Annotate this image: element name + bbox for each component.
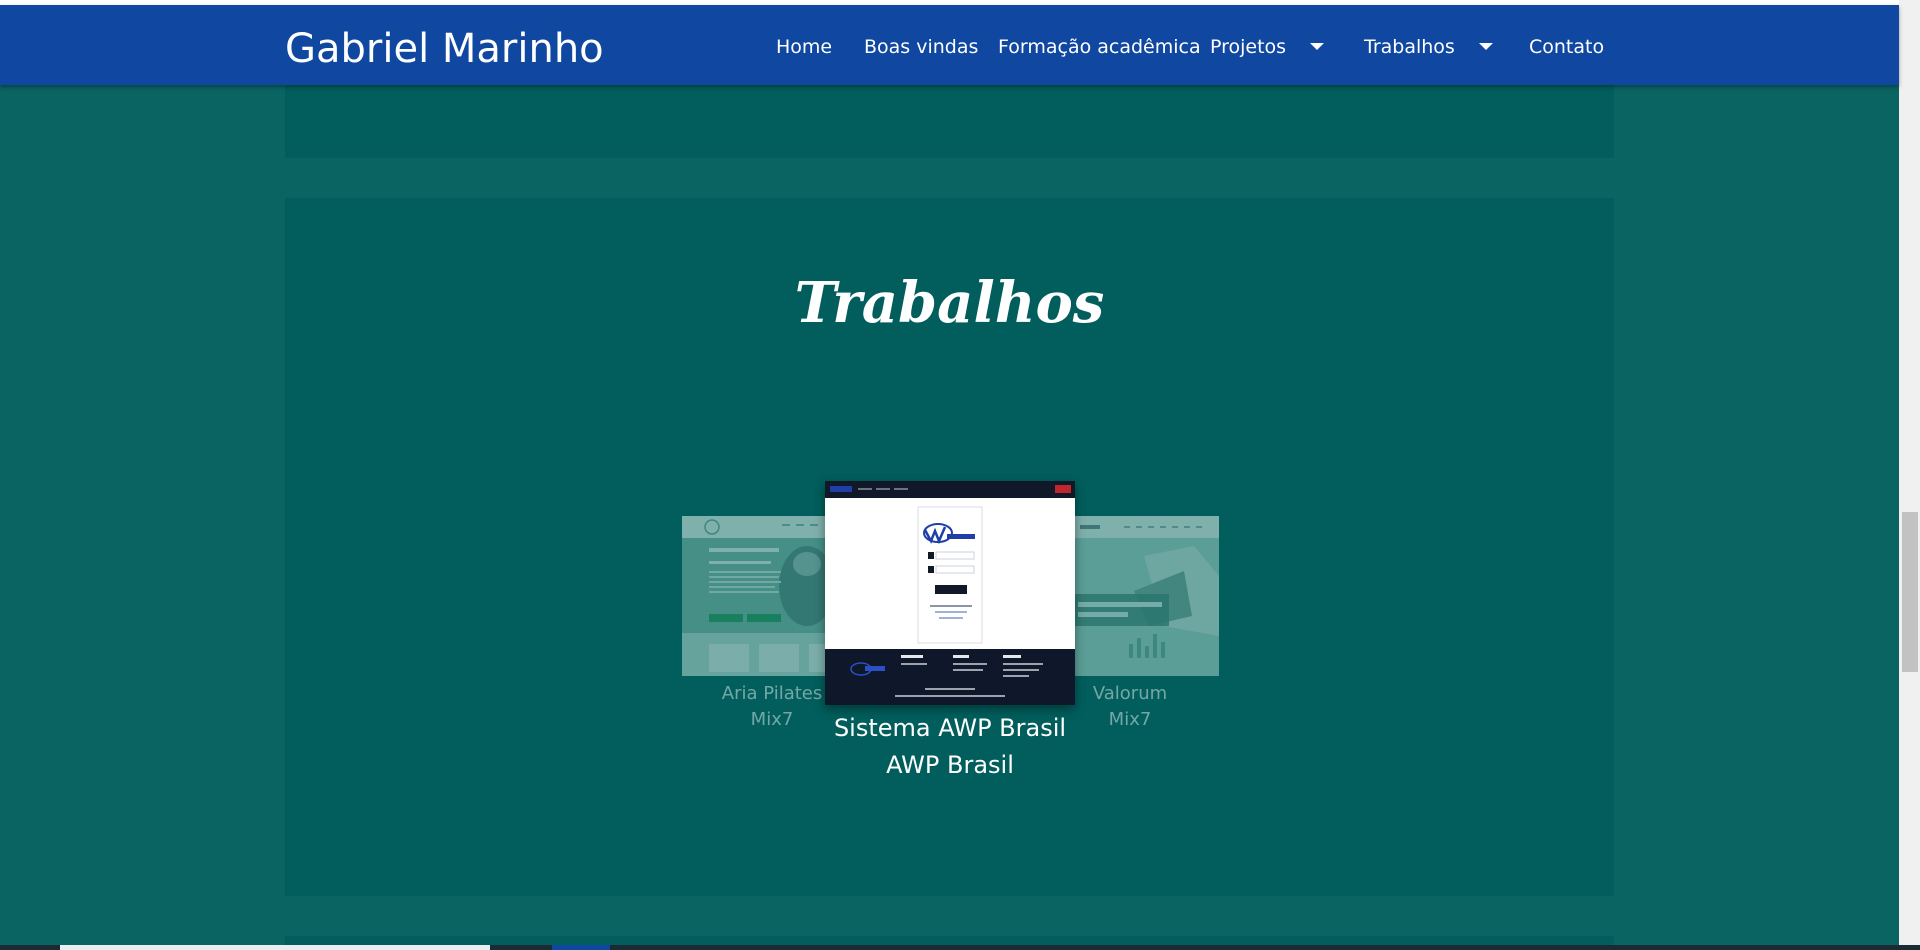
nav-item-contato[interactable]: Contato [1529,33,1604,61]
navbar: Gabriel Marinho Home Boas vindas Formaçã… [0,5,1899,85]
caret-down-icon [1478,42,1493,50]
taskbar-active-window[interactable] [60,945,490,950]
taskbar-strip [0,945,1920,950]
section-title: Trabalhos [794,270,1105,336]
carousel-item-left[interactable]: Aria Pilates Mix7 [682,516,827,746]
taskbar-app-indicator[interactable] [552,945,610,950]
previous-section-panel [285,85,1614,158]
work-company: AWP Brasil [886,751,1014,779]
nav-item-home-label: Home [776,36,833,58]
carousel-item-right[interactable]: Valorum Mix7 [1074,516,1219,746]
nav-item-formacao-academica[interactable]: Formação acadêmica [998,33,1201,61]
carousel-item-center[interactable]: Sistema AWP Brasil AWP Brasil [825,481,1075,791]
nav-item-contato-label: Contato [1529,36,1605,58]
nav-item-boas-vindas-label: Boas vindas [864,36,979,58]
scrollbar-thumb[interactable] [1902,512,1918,672]
caret-down-icon [1310,42,1325,50]
nav-item-projetos-label: Projetos [1210,36,1287,58]
nav-item-formacao-label: Formação acadêmica [998,36,1201,58]
brand-logo-text[interactable]: Gabriel Marinho [285,25,604,73]
work-name: Sistema AWP Brasil [833,714,1067,742]
work-screenshot-aria-pilates [682,516,827,676]
nav-item-trabalhos-label: Trabalhos [1364,36,1455,58]
nav-item-home[interactable]: Home [776,33,832,61]
nav-item-trabalhos[interactable]: Trabalhos [1364,33,1493,61]
nav-item-projetos[interactable]: Projetos [1210,33,1325,61]
work-screenshot-valorum [1074,516,1219,676]
carousel-item-center-caption: Sistema AWP Brasil AWP Brasil [825,710,1075,784]
page-scrollbar[interactable] [1899,0,1920,950]
trabalhos-section: Trabalhos Aria Pilates Mix7 Valorum Mix7… [285,198,1614,896]
work-screenshot-awp-brasil [825,481,1075,705]
nav-item-boas-vindas[interactable]: Boas vindas [864,33,978,61]
